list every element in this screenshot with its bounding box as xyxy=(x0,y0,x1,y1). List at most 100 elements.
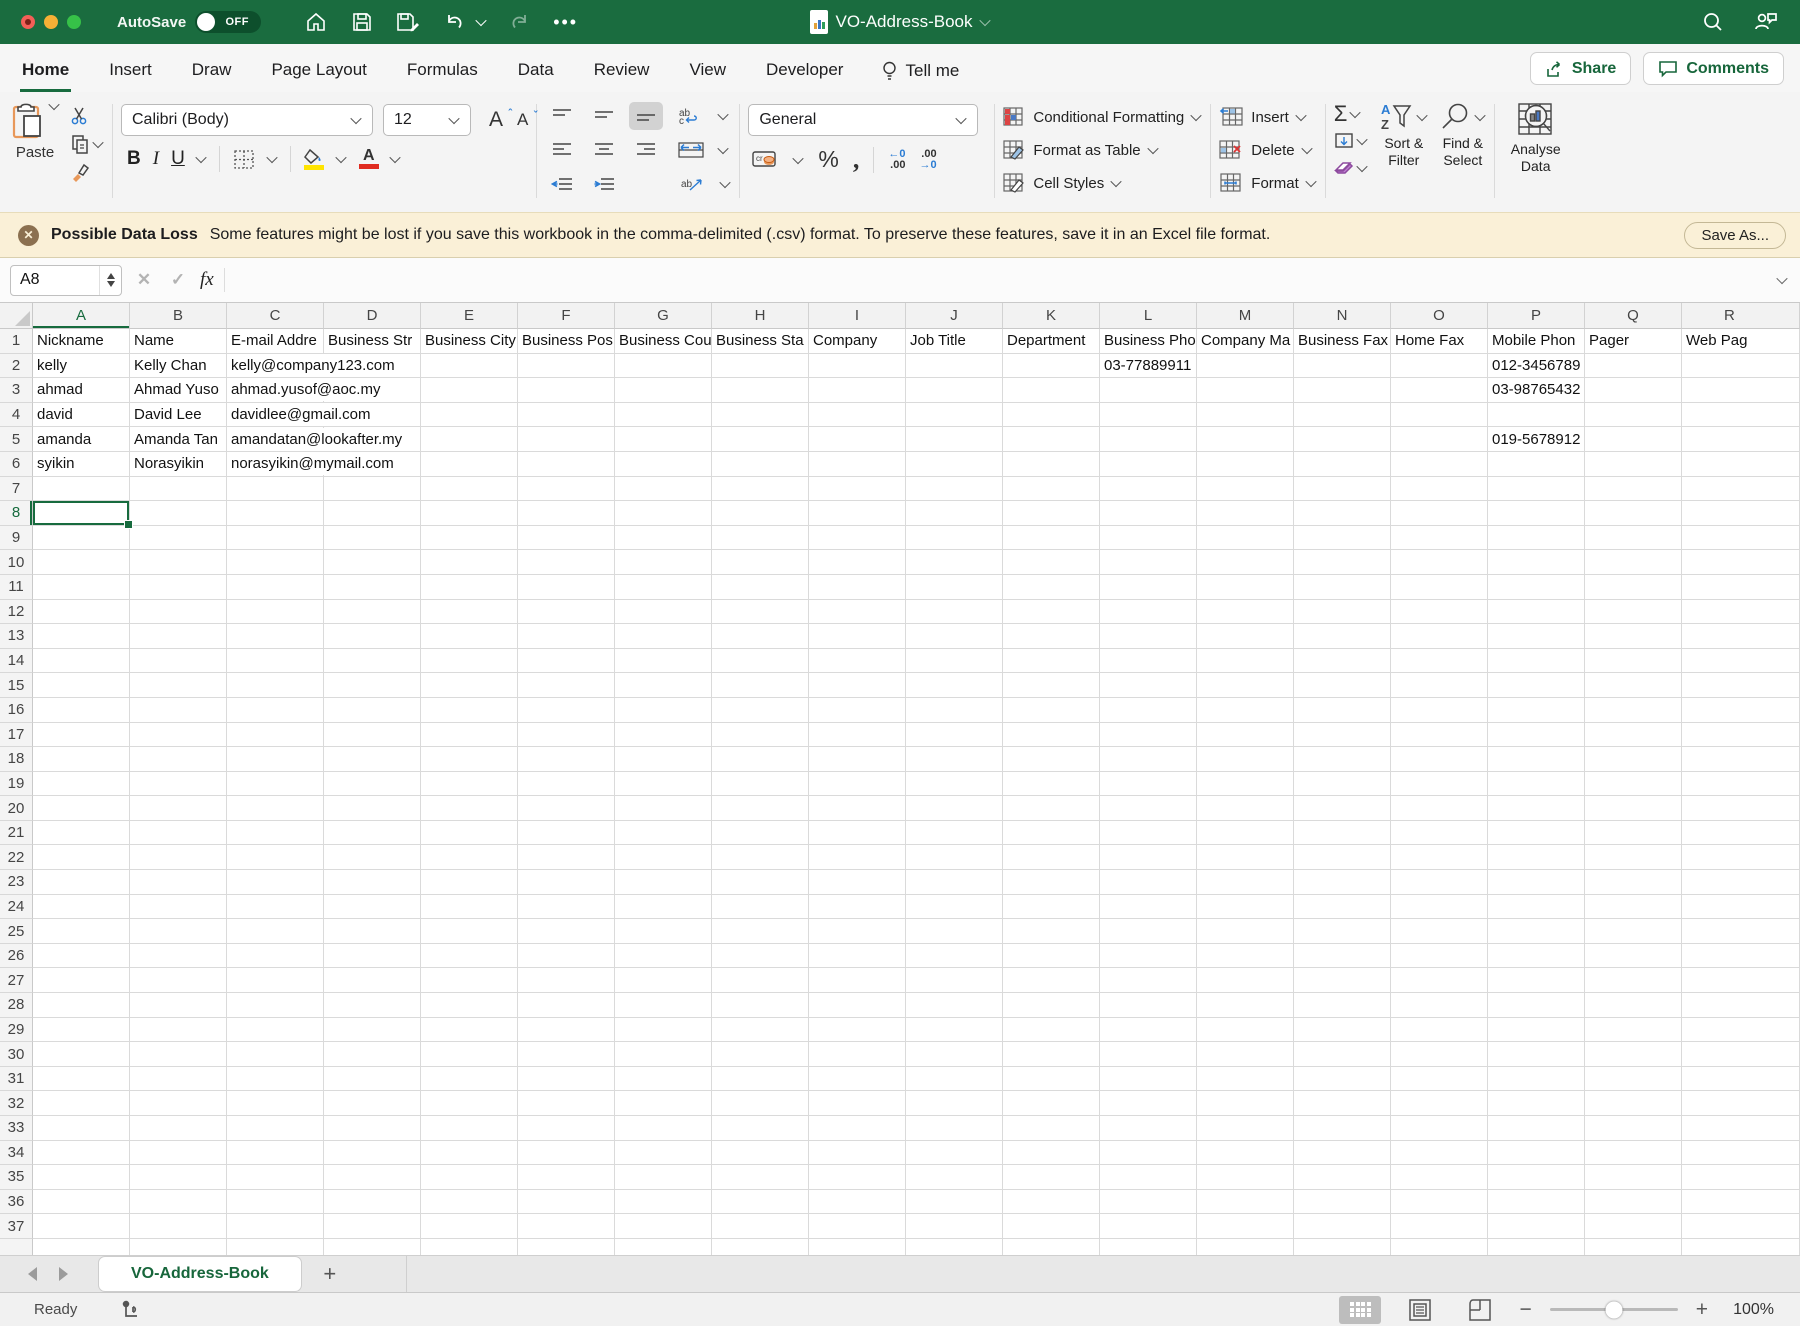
cell-E27[interactable] xyxy=(421,968,518,993)
cell-G30[interactable] xyxy=(615,1042,712,1067)
cell-O17[interactable] xyxy=(1391,723,1488,748)
cell-H29[interactable] xyxy=(712,1018,809,1043)
cell-P37[interactable] xyxy=(1488,1214,1585,1239)
cell-K15[interactable] xyxy=(1003,673,1100,698)
cell-E1[interactable]: Business City xyxy=(421,329,518,354)
cell-Q20[interactable] xyxy=(1585,796,1682,821)
cell-P23[interactable] xyxy=(1488,870,1585,895)
cell-F31[interactable] xyxy=(518,1067,615,1092)
column-header-K[interactable]: K xyxy=(1003,303,1100,329)
cell-J14[interactable] xyxy=(906,649,1003,674)
cell-L12[interactable] xyxy=(1100,600,1197,625)
cell-D31[interactable] xyxy=(324,1067,421,1092)
autosum-button[interactable]: Σ xyxy=(1334,104,1368,124)
increase-decimal-button[interactable]: ←0 .00 xyxy=(888,149,905,171)
cell-P30[interactable] xyxy=(1488,1042,1585,1067)
cell-G2[interactable] xyxy=(615,354,712,379)
font-color-button[interactable]: A xyxy=(359,149,379,169)
cell-H21[interactable] xyxy=(712,821,809,846)
row-header-29[interactable]: 29 xyxy=(0,1018,33,1043)
cell-A2[interactable]: kelly xyxy=(33,354,130,379)
cell-L9[interactable] xyxy=(1100,526,1197,551)
cell-L23[interactable] xyxy=(1100,870,1197,895)
cell-N15[interactable] xyxy=(1294,673,1391,698)
row-header-5[interactable]: 5 xyxy=(0,427,33,452)
cell-B24[interactable] xyxy=(130,895,227,920)
cell-A19[interactable] xyxy=(33,772,130,797)
cell-R13[interactable] xyxy=(1682,624,1800,649)
cell-B10[interactable] xyxy=(130,550,227,575)
cell-L15[interactable] xyxy=(1100,673,1197,698)
align-center-button[interactable] xyxy=(587,136,621,164)
cell-H3[interactable] xyxy=(712,378,809,403)
row-header-16[interactable]: 16 xyxy=(0,698,33,723)
cell-B32[interactable] xyxy=(130,1091,227,1116)
cell-I2[interactable] xyxy=(809,354,906,379)
cell-G11[interactable] xyxy=(615,575,712,600)
cell-A24[interactable] xyxy=(33,895,130,920)
cell-N1[interactable]: Business Fax xyxy=(1294,329,1391,354)
merge-center-button[interactable] xyxy=(671,136,711,164)
cell-N26[interactable] xyxy=(1294,944,1391,969)
cell-R5[interactable] xyxy=(1682,427,1800,452)
cell-L8[interactable] xyxy=(1100,501,1197,526)
cell-R18[interactable] xyxy=(1682,747,1800,772)
find-select-button[interactable]: Find &Select xyxy=(1440,102,1486,202)
cell-R33[interactable] xyxy=(1682,1116,1800,1141)
row-header-13[interactable]: 13 xyxy=(0,624,33,649)
cell-L32[interactable] xyxy=(1100,1091,1197,1116)
cell-K17[interactable] xyxy=(1003,723,1100,748)
cell-G21[interactable] xyxy=(615,821,712,846)
cell-Q1[interactable]: Pager xyxy=(1585,329,1682,354)
cell-N11[interactable] xyxy=(1294,575,1391,600)
more-commands-icon[interactable]: ••• xyxy=(553,17,578,27)
cell-P38[interactable] xyxy=(1488,1239,1585,1255)
cell-C34[interactable] xyxy=(227,1141,324,1166)
cell-J21[interactable] xyxy=(906,821,1003,846)
cell-E28[interactable] xyxy=(421,993,518,1018)
cell-H36[interactable] xyxy=(712,1190,809,1215)
cell-Q31[interactable] xyxy=(1585,1067,1682,1092)
cell-R15[interactable] xyxy=(1682,673,1800,698)
cell-B36[interactable] xyxy=(130,1190,227,1215)
cell-M14[interactable] xyxy=(1197,649,1294,674)
wrap-text-button[interactable]: abc xyxy=(671,102,711,130)
cell-H4[interactable] xyxy=(712,403,809,428)
cell-H33[interactable] xyxy=(712,1116,809,1141)
cell-F38[interactable] xyxy=(518,1239,615,1255)
cell-C23[interactable] xyxy=(227,870,324,895)
cell-P5[interactable]: 019-5678912 xyxy=(1488,427,1585,452)
cell-Q3[interactable] xyxy=(1585,378,1682,403)
cell-Q25[interactable] xyxy=(1585,919,1682,944)
cell-E5[interactable] xyxy=(421,427,518,452)
cell-H15[interactable] xyxy=(712,673,809,698)
cell-O2[interactable] xyxy=(1391,354,1488,379)
cell-I3[interactable] xyxy=(809,378,906,403)
font-color-chevron-icon[interactable] xyxy=(391,155,401,163)
cell-O13[interactable] xyxy=(1391,624,1488,649)
cell-C5[interactable]: amandatan@lookafter.my xyxy=(227,427,324,452)
cell-M5[interactable] xyxy=(1197,427,1294,452)
cell-K30[interactable] xyxy=(1003,1042,1100,1067)
cell-I18[interactable] xyxy=(809,747,906,772)
cell-K27[interactable] xyxy=(1003,968,1100,993)
cell-K33[interactable] xyxy=(1003,1116,1100,1141)
column-header-O[interactable]: O xyxy=(1391,303,1488,329)
cell-N33[interactable] xyxy=(1294,1116,1391,1141)
cell-D16[interactable] xyxy=(324,698,421,723)
cell-I9[interactable] xyxy=(809,526,906,551)
cell-K38[interactable] xyxy=(1003,1239,1100,1255)
cell-G36[interactable] xyxy=(615,1190,712,1215)
cell-I35[interactable] xyxy=(809,1165,906,1190)
cell-C31[interactable] xyxy=(227,1067,324,1092)
cell-A36[interactable] xyxy=(33,1190,130,1215)
cell-D1[interactable]: Business Str xyxy=(324,329,421,354)
cell-Q13[interactable] xyxy=(1585,624,1682,649)
cell-O9[interactable] xyxy=(1391,526,1488,551)
cell-A16[interactable] xyxy=(33,698,130,723)
cell-P12[interactable] xyxy=(1488,600,1585,625)
cell-K4[interactable] xyxy=(1003,403,1100,428)
cell-A34[interactable] xyxy=(33,1141,130,1166)
cell-I7[interactable] xyxy=(809,477,906,502)
cell-P22[interactable] xyxy=(1488,845,1585,870)
